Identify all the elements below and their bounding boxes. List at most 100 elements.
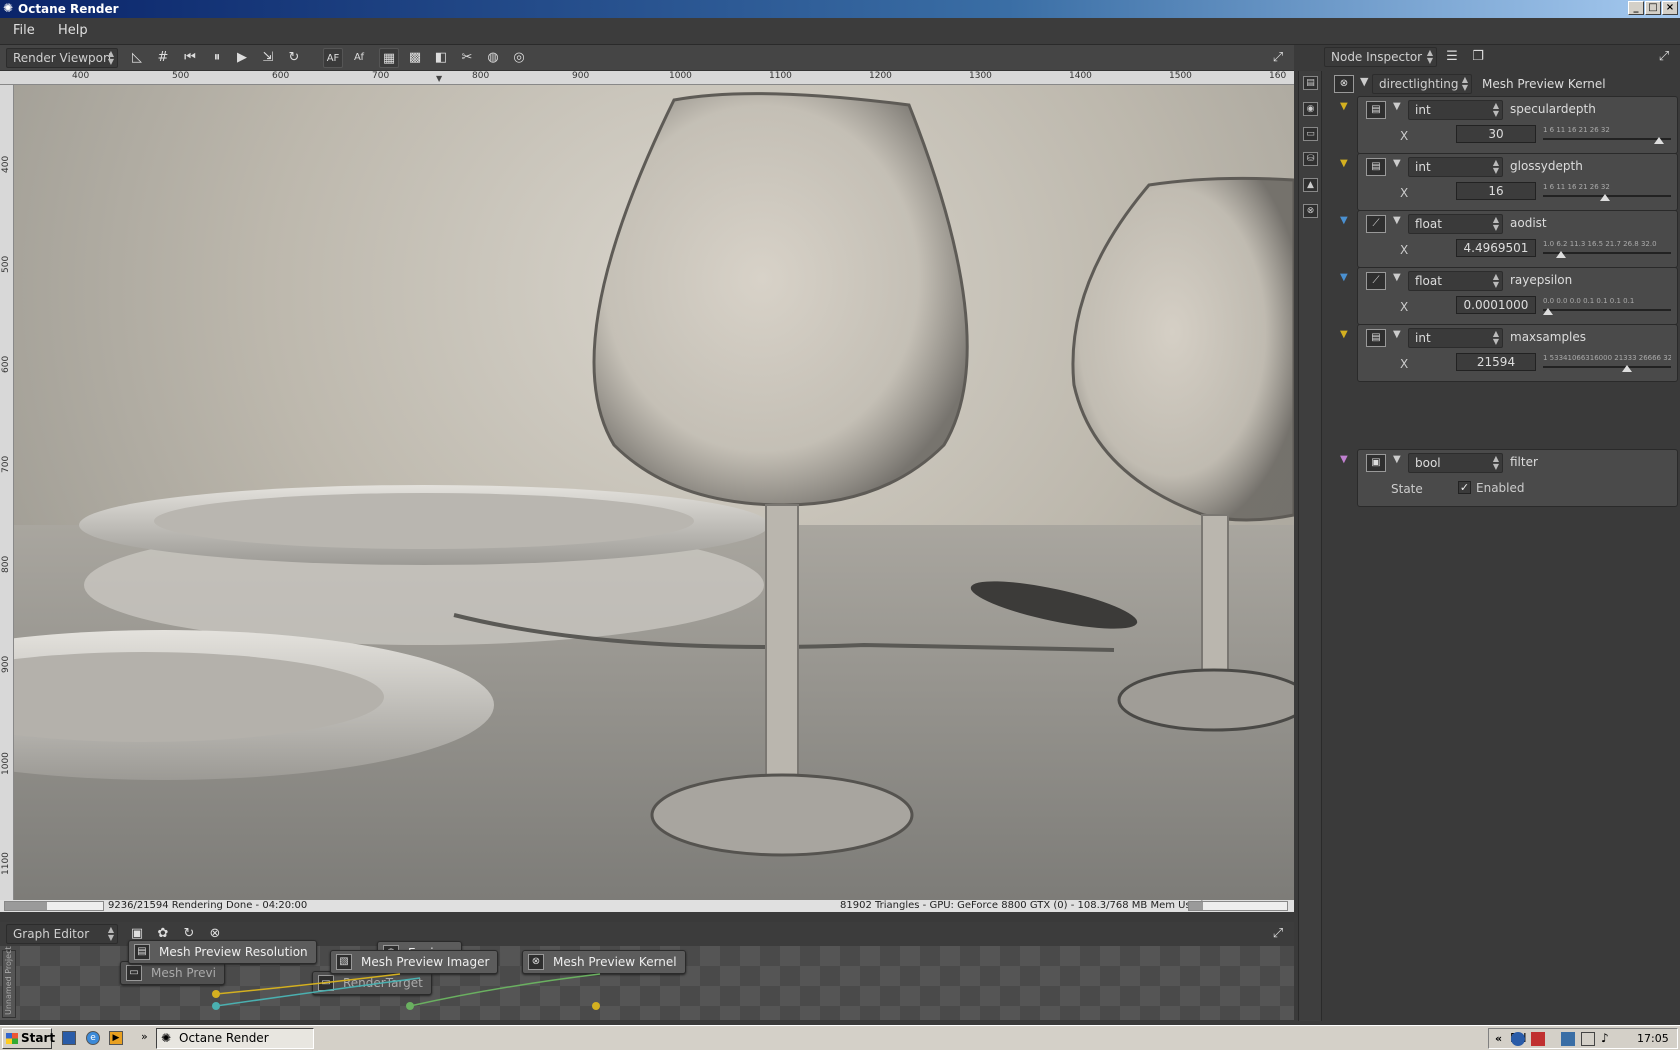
maximize-inspector-icon[interactable]: ⤢ bbox=[1654, 47, 1674, 67]
property-slider[interactable]: 1.0 6.2 11.3 16.5 21.7 26.8 32.0 bbox=[1543, 240, 1671, 258]
slider-thumb-icon[interactable] bbox=[1622, 365, 1632, 372]
property-slider[interactable]: 1 6 11 16 21 26 32 bbox=[1543, 126, 1671, 144]
split-icon[interactable]: ◧ bbox=[431, 48, 451, 68]
property-slider[interactable]: 1 6 11 16 21 26 32 bbox=[1543, 183, 1671, 201]
property-type-select[interactable]: int ▲ ▼ bbox=[1408, 328, 1503, 348]
slider-thumb-icon[interactable] bbox=[1654, 137, 1664, 144]
close-button[interactable]: × bbox=[1662, 1, 1678, 15]
enabled-checkbox[interactable]: ✓ bbox=[1458, 481, 1471, 494]
octane-app-icon: ✺ bbox=[161, 1031, 172, 1045]
menu-file[interactable]: File bbox=[13, 23, 35, 38]
property-type-label: int bbox=[1415, 331, 1431, 345]
property-slider[interactable]: 0.0 0.0 0.0 0.1 0.1 0.1 0.1 bbox=[1543, 297, 1671, 315]
kernel-node-icon[interactable]: ⊗ bbox=[1303, 204, 1318, 218]
ruler-marker-icon[interactable]: ▼ bbox=[436, 73, 442, 84]
collapse-triangle-icon[interactable]: ▼ bbox=[1393, 329, 1401, 340]
property-value-field[interactable]: 4.4969501 bbox=[1456, 239, 1536, 257]
property-value-field[interactable]: 16 bbox=[1456, 182, 1536, 200]
region-icon[interactable]: ▦ bbox=[379, 48, 399, 68]
slider-thumb-icon[interactable] bbox=[1556, 251, 1566, 258]
graph-editor-selector[interactable]: Graph Editor ▲ ▼ bbox=[6, 924, 118, 944]
image-node-icon[interactable]: ▤ bbox=[1303, 76, 1318, 90]
memory-bar-fill bbox=[1189, 902, 1203, 910]
kernel-type-select[interactable]: directlighting ▲ ▼ bbox=[1372, 74, 1472, 94]
slider-thumb-icon[interactable] bbox=[1600, 194, 1610, 201]
export-icon[interactable]: ⇲ bbox=[258, 48, 278, 68]
start-button[interactable]: Start bbox=[2, 1028, 55, 1049]
maximize-viewport-icon[interactable]: ⤢ bbox=[1268, 48, 1288, 68]
ruler-label: 1500 bbox=[1169, 71, 1192, 81]
resolution-node-icon[interactable]: ▭ bbox=[1303, 127, 1318, 141]
collapse-triangle-icon[interactable]: ▼ bbox=[1393, 215, 1401, 226]
menu-help[interactable]: Help bbox=[58, 23, 88, 38]
rewind-icon[interactable]: ⏮ bbox=[180, 48, 200, 68]
security-icon[interactable] bbox=[1531, 1032, 1545, 1046]
property-type-select[interactable]: int ▲ ▼ bbox=[1408, 100, 1503, 120]
show-desktop-icon[interactable] bbox=[62, 1031, 76, 1045]
property-type-select[interactable]: float ▲ ▼ bbox=[1408, 214, 1503, 234]
property-value-field[interactable]: 21594 bbox=[1456, 353, 1536, 371]
property-type-select[interactable]: int ▲ ▼ bbox=[1408, 157, 1503, 177]
play-icon[interactable]: ▶ bbox=[232, 48, 252, 68]
axis-label: X bbox=[1400, 129, 1409, 143]
updown-arrow-icon: ▲ ▼ bbox=[1492, 329, 1499, 346]
camera-reset-icon[interactable]: ◎ bbox=[509, 48, 529, 68]
graph-canvas[interactable]: Unnamed Project ▭ Mesh Previ ▭ RenderTarge… bbox=[0, 940, 1294, 1020]
quicklaunch-chevron-icon[interactable]: » bbox=[141, 1030, 148, 1043]
inspector-selector[interactable]: Node Inspector ▲ ▼ bbox=[1324, 47, 1437, 67]
maximize-graph-icon[interactable]: ⤢ bbox=[1268, 924, 1288, 944]
ruler-label: 1100 bbox=[769, 71, 792, 81]
tray-expand-icon[interactable]: « bbox=[1495, 1029, 1502, 1048]
collapse-all-icon[interactable]: ☰ bbox=[1442, 47, 1462, 67]
camera-node-icon[interactable]: ◉ bbox=[1303, 102, 1318, 116]
viewport-selector[interactable]: Render Viewport ▲ ▼ bbox=[6, 48, 118, 68]
property-0: ▼ ▤ ▼ int ▲ ▼ speculardepth X 30 1 6 11 1… bbox=[1322, 96, 1680, 154]
pause-icon[interactable]: ⏸ bbox=[207, 48, 227, 68]
database-node-icon[interactable]: ⛁ bbox=[1303, 152, 1318, 166]
minimize-button[interactable]: _ bbox=[1628, 1, 1644, 15]
collapse-triangle-icon[interactable]: ▼ bbox=[1393, 454, 1401, 465]
updown-arrow-icon: ▲ ▼ bbox=[107, 925, 114, 942]
volume-icon[interactable]: ♪ bbox=[1601, 1029, 1609, 1048]
property-type-select[interactable]: bool ▲ ▼ bbox=[1408, 453, 1503, 473]
lock-view-icon[interactable]: ◍ bbox=[483, 48, 503, 68]
pick-icon[interactable]: ✂ bbox=[457, 48, 477, 68]
property-value-field[interactable]: 30 bbox=[1456, 125, 1536, 143]
device-icon[interactable] bbox=[1581, 1032, 1595, 1046]
grid-icon[interactable]: # bbox=[153, 48, 173, 68]
picture-node-icon[interactable]: ▲ bbox=[1303, 178, 1318, 192]
collapse-triangle-icon[interactable]: ▼ bbox=[1393, 158, 1401, 169]
pin-triangle-icon: ▼ bbox=[1340, 329, 1348, 340]
refresh-icon[interactable]: ↻ bbox=[284, 48, 304, 68]
browser-icon[interactable]: e bbox=[86, 1031, 100, 1045]
collapse-triangle-icon[interactable]: ▼ bbox=[1360, 75, 1368, 88]
system-tray: « ♪ 17:05 bbox=[1488, 1028, 1678, 1049]
property-value-field[interactable]: 0.0001000 bbox=[1456, 296, 1536, 314]
measure-icon[interactable]: ◺ bbox=[127, 48, 147, 68]
checker-icon[interactable]: ▩ bbox=[405, 48, 425, 68]
monitor-icon[interactable] bbox=[1561, 1032, 1575, 1046]
vertical-ruler: 400 500 600 700 800 900 1000 1100 bbox=[0, 85, 14, 900]
ruler-label: 600 bbox=[272, 71, 290, 81]
property-type-select[interactable]: float ▲ ▼ bbox=[1408, 271, 1503, 291]
slider-track bbox=[1543, 366, 1671, 368]
state-label: State bbox=[1391, 482, 1423, 496]
autofocus-alt-icon[interactable]: Af bbox=[349, 48, 369, 68]
network-icon[interactable] bbox=[1511, 1032, 1525, 1046]
render-image[interactable] bbox=[14, 85, 1294, 900]
vruler-label: 400 bbox=[1, 155, 11, 173]
collapse-triangle-icon[interactable]: ▼ bbox=[1393, 101, 1401, 112]
maximize-button[interactable]: □ bbox=[1645, 1, 1661, 15]
media-player-icon[interactable]: ▶ bbox=[109, 1031, 123, 1045]
slider-thumb-icon[interactable] bbox=[1543, 308, 1553, 315]
pin-triangle-icon: ▼ bbox=[1340, 158, 1348, 169]
taskbar-app-octane[interactable]: ✺ Octane Render bbox=[156, 1028, 314, 1049]
collapse-triangle-icon[interactable]: ▼ bbox=[1393, 272, 1401, 283]
ruler-label: 800 bbox=[472, 71, 490, 81]
clock[interactable]: 17:05 bbox=[1637, 1029, 1669, 1048]
property-name: speculardepth bbox=[1510, 102, 1596, 116]
property-type-label: bool bbox=[1415, 456, 1441, 470]
expand-all-icon[interactable]: ❐ bbox=[1468, 47, 1488, 67]
property-slider[interactable]: 1 53341066316000 21333 26666 32000 bbox=[1543, 354, 1671, 372]
autofocus-icon[interactable]: AF bbox=[323, 48, 343, 68]
